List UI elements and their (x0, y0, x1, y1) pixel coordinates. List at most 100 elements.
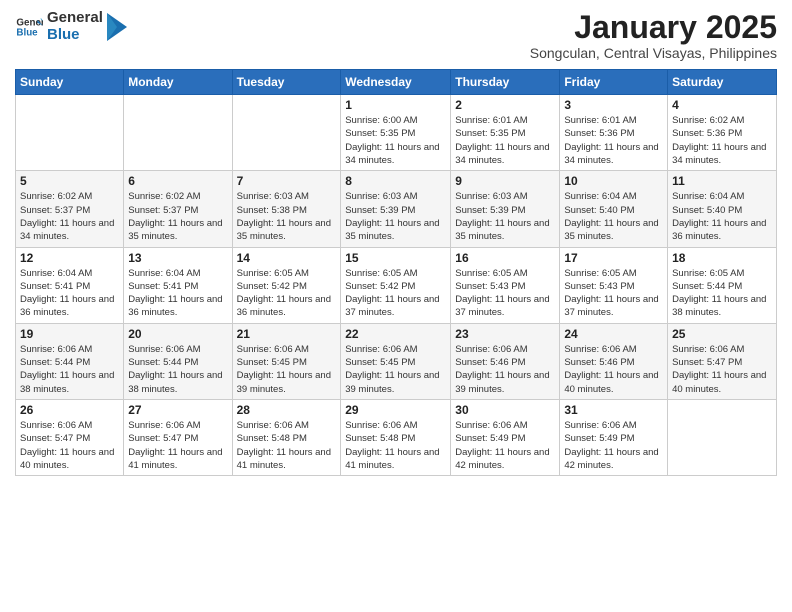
calendar-week-row: 12 Sunrise: 6:04 AMSunset: 5:41 PMDayligh… (16, 247, 777, 323)
day-info: Sunrise: 6:06 AMSunset: 5:44 PMDaylight:… (128, 343, 227, 396)
calendar-cell (232, 95, 341, 171)
calendar-cell: 14 Sunrise: 6:05 AMSunset: 5:42 PMDayligh… (232, 247, 341, 323)
day-number: 23 (455, 327, 555, 341)
weekday-header-sunday: Sunday (16, 70, 124, 95)
calendar-cell: 1 Sunrise: 6:00 AMSunset: 5:35 PMDaylight… (341, 95, 451, 171)
calendar-cell: 15Sunrise: 6:05 AMSunset: 5:42 PMDayligh… (341, 247, 451, 323)
day-number: 29 (345, 403, 446, 417)
day-info: Sunrise: 6:05 AMSunset: 5:42 PMDaylight:… (237, 267, 337, 320)
calendar-week-row: 26Sunrise: 6:06 AMSunset: 5:47 PMDayligh… (16, 399, 777, 475)
day-number: 11 (672, 174, 772, 188)
calendar-cell: 25 Sunrise: 6:06 AMSunset: 5:47 PMDayligh… (668, 323, 777, 399)
day-info: Sunrise: 6:03 AMSunset: 5:39 PMDaylight:… (455, 190, 555, 243)
day-info: Sunrise: 6:03 AMSunset: 5:39 PMDaylight:… (345, 190, 446, 243)
calendar-cell: 21 Sunrise: 6:06 AMSunset: 5:45 PMDayligh… (232, 323, 341, 399)
day-number: 8 (345, 174, 446, 188)
day-info: Sunrise: 6:04 AMSunset: 5:40 PMDaylight:… (564, 190, 663, 243)
day-number: 30 (455, 403, 555, 417)
calendar-cell: 12 Sunrise: 6:04 AMSunset: 5:41 PMDayligh… (16, 247, 124, 323)
day-number: 3 (564, 98, 663, 112)
logo-blue: Blue (47, 27, 103, 44)
calendar-cell: 10Sunrise: 6:04 AMSunset: 5:40 PMDayligh… (560, 171, 668, 247)
calendar-cell (124, 95, 232, 171)
day-number: 27 (128, 403, 227, 417)
day-number: 16 (455, 251, 555, 265)
day-number: 15 (345, 251, 446, 265)
calendar-cell: 17Sunrise: 6:05 AMSunset: 5:43 PMDayligh… (560, 247, 668, 323)
blue-arrow-icon (107, 13, 127, 41)
calendar-cell: 31Sunrise: 6:06 AMSunset: 5:49 PMDayligh… (560, 399, 668, 475)
day-info: Sunrise: 6:02 AMSunset: 5:36 PMDaylight:… (672, 114, 772, 167)
calendar-cell: 16 Sunrise: 6:05 AMSunset: 5:43 PMDayligh… (451, 247, 560, 323)
calendar-cell: 9Sunrise: 6:03 AMSunset: 5:39 PMDaylight… (451, 171, 560, 247)
day-info: Sunrise: 6:04 AMSunset: 5:40 PMDaylight:… (672, 190, 772, 243)
calendar-cell: 29 Sunrise: 6:06 AMSunset: 5:48 PMDayligh… (341, 399, 451, 475)
day-number: 25 (672, 327, 772, 341)
weekday-header-friday: Friday (560, 70, 668, 95)
day-info: Sunrise: 6:01 AMSunset: 5:35 PMDaylight:… (455, 114, 555, 167)
day-number: 22 (345, 327, 446, 341)
day-info: Sunrise: 6:05 AMSunset: 5:44 PMDaylight:… (672, 267, 772, 320)
day-number: 6 (128, 174, 227, 188)
calendar-cell: 27 Sunrise: 6:06 AMSunset: 5:47 PMDayligh… (124, 399, 232, 475)
weekday-header-row: SundayMondayTuesdayWednesdayThursdayFrid… (16, 70, 777, 95)
calendar-week-row: 19 Sunrise: 6:06 AMSunset: 5:44 PMDayligh… (16, 323, 777, 399)
day-number: 1 (345, 98, 446, 112)
logo-general: General (47, 10, 103, 27)
day-info: Sunrise: 6:05 AMSunset: 5:43 PMDaylight:… (455, 267, 555, 320)
calendar-cell: 3Sunrise: 6:01 AMSunset: 5:36 PMDaylight… (560, 95, 668, 171)
calendar-cell: 18 Sunrise: 6:05 AMSunset: 5:44 PMDayligh… (668, 247, 777, 323)
day-info: Sunrise: 6:04 AMSunset: 5:41 PMDaylight:… (20, 267, 119, 320)
weekday-header-wednesday: Wednesday (341, 70, 451, 95)
calendar-cell: 24Sunrise: 6:06 AMSunset: 5:46 PMDayligh… (560, 323, 668, 399)
calendar-cell: 5 Sunrise: 6:02 AMSunset: 5:37 PMDaylight… (16, 171, 124, 247)
calendar-cell: 4 Sunrise: 6:02 AMSunset: 5:36 PMDaylight… (668, 95, 777, 171)
calendar-cell: 6 Sunrise: 6:02 AMSunset: 5:37 PMDaylight… (124, 171, 232, 247)
day-info: Sunrise: 6:06 AMSunset: 5:49 PMDaylight:… (564, 419, 663, 472)
calendar-cell: 7Sunrise: 6:03 AMSunset: 5:38 PMDaylight… (232, 171, 341, 247)
calendar-cell: 13Sunrise: 6:04 AMSunset: 5:41 PMDayligh… (124, 247, 232, 323)
calendar-cell: 19Sunrise: 6:06 AMSunset: 5:44 PMDayligh… (16, 323, 124, 399)
header: General Blue General Blue January 2025 S… (15, 10, 777, 61)
day-info: Sunrise: 6:06 AMSunset: 5:47 PMDaylight:… (672, 343, 772, 396)
calendar-cell: 26Sunrise: 6:06 AMSunset: 5:47 PMDayligh… (16, 399, 124, 475)
day-number: 21 (237, 327, 337, 341)
day-number: 17 (564, 251, 663, 265)
day-info: Sunrise: 6:06 AMSunset: 5:46 PMDaylight:… (564, 343, 663, 396)
calendar-cell: 20 Sunrise: 6:06 AMSunset: 5:44 PMDayligh… (124, 323, 232, 399)
day-number: 5 (20, 174, 119, 188)
day-info: Sunrise: 6:06 AMSunset: 5:48 PMDaylight:… (237, 419, 337, 472)
calendar-cell (16, 95, 124, 171)
calendar-cell (668, 399, 777, 475)
calendar-cell: 23 Sunrise: 6:06 AMSunset: 5:46 PMDayligh… (451, 323, 560, 399)
day-number: 4 (672, 98, 772, 112)
day-number: 19 (20, 327, 119, 341)
day-info: Sunrise: 6:06 AMSunset: 5:49 PMDaylight:… (455, 419, 555, 472)
day-info: Sunrise: 6:06 AMSunset: 5:45 PMDaylight:… (237, 343, 337, 396)
day-number: 12 (20, 251, 119, 265)
day-info: Sunrise: 6:06 AMSunset: 5:46 PMDaylight:… (455, 343, 555, 396)
day-number: 14 (237, 251, 337, 265)
day-info: Sunrise: 6:06 AMSunset: 5:47 PMDaylight:… (20, 419, 119, 472)
calendar-cell: 2Sunrise: 6:01 AMSunset: 5:35 PMDaylight… (451, 95, 560, 171)
calendar: SundayMondayTuesdayWednesdayThursdayFrid… (15, 69, 777, 476)
day-info: Sunrise: 6:06 AMSunset: 5:45 PMDaylight:… (345, 343, 446, 396)
day-number: 20 (128, 327, 227, 341)
weekday-header-tuesday: Tuesday (232, 70, 341, 95)
day-number: 18 (672, 251, 772, 265)
day-info: Sunrise: 6:02 AMSunset: 5:37 PMDaylight:… (20, 190, 119, 243)
location-title: Songculan, Central Visayas, Philippines (530, 45, 777, 61)
day-number: 28 (237, 403, 337, 417)
day-info: Sunrise: 6:00 AMSunset: 5:35 PMDaylight:… (345, 114, 446, 167)
weekday-header-monday: Monday (124, 70, 232, 95)
day-info: Sunrise: 6:02 AMSunset: 5:37 PMDaylight:… (128, 190, 227, 243)
calendar-week-row: 5 Sunrise: 6:02 AMSunset: 5:37 PMDaylight… (16, 171, 777, 247)
svg-text:Blue: Blue (16, 27, 38, 38)
day-info: Sunrise: 6:04 AMSunset: 5:41 PMDaylight:… (128, 267, 227, 320)
day-info: Sunrise: 6:06 AMSunset: 5:48 PMDaylight:… (345, 419, 446, 472)
calendar-cell: 8 Sunrise: 6:03 AMSunset: 5:39 PMDaylight… (341, 171, 451, 247)
day-info: Sunrise: 6:03 AMSunset: 5:38 PMDaylight:… (237, 190, 337, 243)
day-info: Sunrise: 6:06 AMSunset: 5:47 PMDaylight:… (128, 419, 227, 472)
calendar-cell: 22 Sunrise: 6:06 AMSunset: 5:45 PMDayligh… (341, 323, 451, 399)
logo-icon: General Blue (15, 13, 43, 41)
